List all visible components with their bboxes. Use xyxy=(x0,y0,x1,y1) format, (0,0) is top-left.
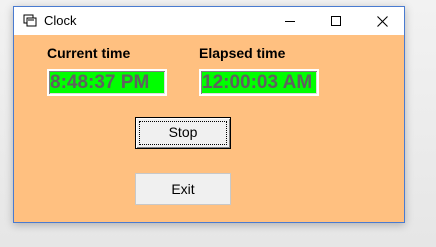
desktop: Clock Current time Elapsed time 8:48:37 … xyxy=(0,0,436,247)
close-icon xyxy=(376,15,388,27)
window-title: Clock xyxy=(44,13,77,28)
clock-app-icon xyxy=(23,14,37,27)
elapsed-time-display: 12:00:03 AM xyxy=(199,69,319,96)
close-button[interactable] xyxy=(359,7,405,35)
clock-window: Clock Current time Elapsed time 8:48:37 … xyxy=(13,6,405,223)
exit-button[interactable]: Exit xyxy=(135,173,231,205)
minimize-button[interactable] xyxy=(267,7,313,35)
minimize-icon xyxy=(285,21,295,22)
stop-button[interactable]: Stop xyxy=(135,117,231,149)
elapsed-time-label: Elapsed time xyxy=(199,45,286,61)
current-time-display: 8:48:37 PM xyxy=(47,69,167,96)
title-bar[interactable]: Clock xyxy=(14,7,404,35)
maximize-button[interactable] xyxy=(313,7,359,35)
maximize-icon xyxy=(331,16,341,26)
form-client-area: Current time Elapsed time 8:48:37 PM 12:… xyxy=(14,35,404,222)
current-time-label: Current time xyxy=(47,45,131,61)
